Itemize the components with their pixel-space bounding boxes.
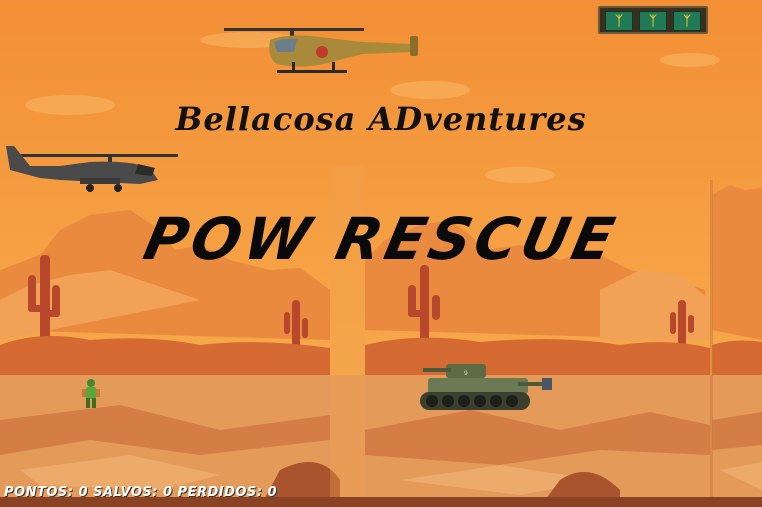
saved-label: SALVOS	[93, 485, 153, 500]
game-title: POW RESCUE	[138, 205, 624, 273]
lost-value: 0	[267, 485, 278, 500]
svg-text:9: 9	[464, 370, 468, 377]
saved-value: 0	[162, 485, 173, 500]
score-label: PONTOS	[4, 485, 68, 500]
score-hud: PONTOS: 0 SALVOS: 0 PERDIDOS: 0	[4, 485, 278, 500]
lost-label: PERDIDOS	[177, 485, 257, 500]
apache-helicopter	[6, 146, 178, 192]
game-screen[interactable]: ᛉ ᛉ ᛉ Bellacosa ADventures POW RESCUE 9	[0, 0, 762, 507]
soldier-life-icon: ᛉ	[673, 11, 701, 31]
civilian-helicopter	[224, 28, 418, 73]
score-value: 0	[78, 485, 89, 500]
enemy-tank: 9	[420, 364, 552, 410]
soldier-life-icon: ᛉ	[605, 11, 633, 31]
soldier-life-icon: ᛉ	[639, 11, 667, 31]
lives-panel: ᛉ ᛉ ᛉ	[598, 6, 708, 34]
pow-soldier	[82, 379, 100, 408]
game-subtitle: Bellacosa ADventures	[175, 100, 587, 138]
